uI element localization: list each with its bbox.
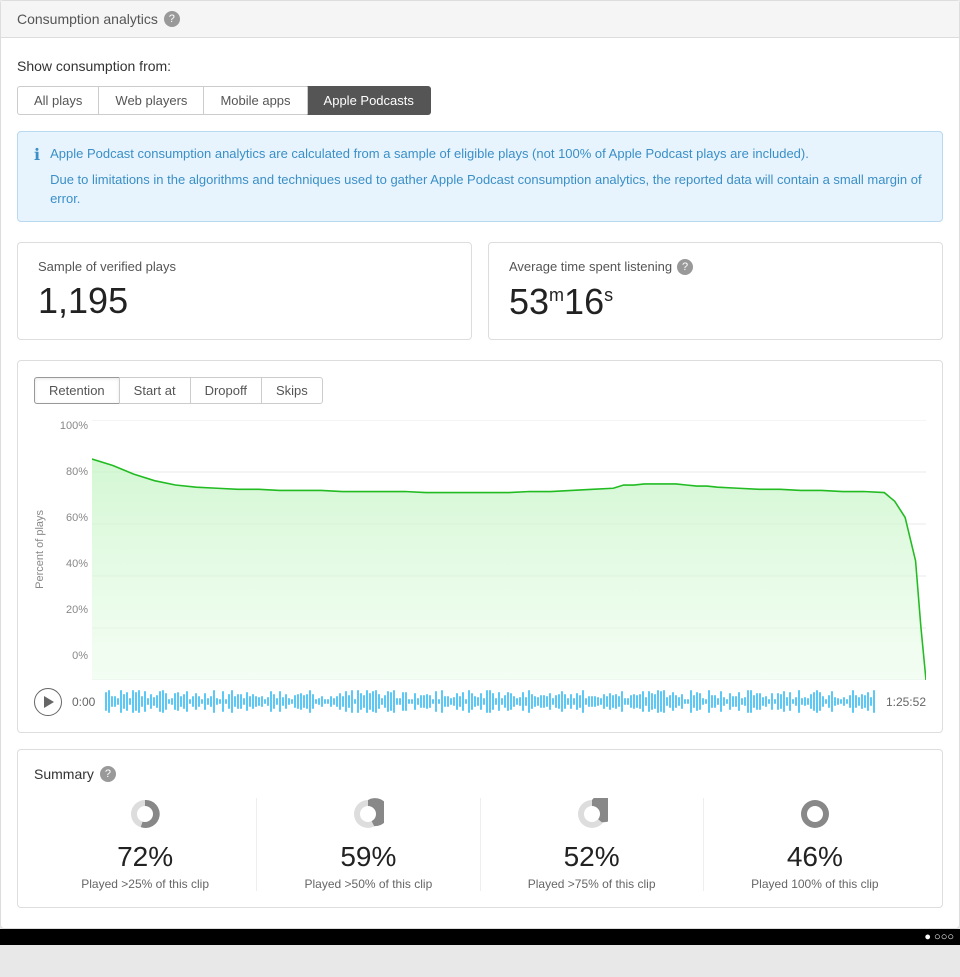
summary-item-50: 59% Played >50% of this clip bbox=[257, 798, 480, 891]
pie-50 bbox=[352, 798, 384, 833]
summary-desc-100: Played 100% of this clip bbox=[751, 877, 878, 891]
info-line1: Apple Podcast consumption analytics are … bbox=[50, 144, 926, 164]
summary-item-75: 52% Played >75% of this clip bbox=[481, 798, 704, 891]
summary-desc-75: Played >75% of this clip bbox=[528, 877, 656, 891]
avg-seconds: 16 bbox=[564, 281, 604, 322]
info-icon: ℹ bbox=[34, 145, 40, 209]
chart-tab-dropoff[interactable]: Dropoff bbox=[190, 377, 261, 404]
play-icon bbox=[44, 696, 54, 708]
chart-tab-skips[interactable]: Skips bbox=[261, 377, 323, 404]
stat-avg-time: Average time spent listening ? 53m16s bbox=[488, 242, 943, 340]
y-tick-40: 40% bbox=[66, 558, 88, 570]
summary-desc-50: Played >50% of this clip bbox=[305, 877, 433, 891]
chart-tab-retention[interactable]: Retention bbox=[34, 377, 119, 404]
pie-chart-100 bbox=[799, 798, 831, 830]
show-from-label: Show consumption from: bbox=[17, 58, 943, 74]
pie-25 bbox=[129, 798, 161, 833]
summary-items: 72% Played >25% of this clip 59% bbox=[34, 798, 926, 891]
bottom-bar: ● ○○○ bbox=[0, 929, 960, 945]
avg-minutes: 53 bbox=[509, 281, 549, 322]
tab-all-plays[interactable]: All plays bbox=[17, 86, 98, 115]
page-title: Consumption analytics bbox=[17, 11, 158, 27]
avg-time-help-icon[interactable]: ? bbox=[677, 259, 693, 275]
avg-time-label: Average time spent listening ? bbox=[509, 259, 922, 275]
summary-item-100: 46% Played 100% of this clip bbox=[704, 798, 926, 891]
summary-percent-100: 46% bbox=[787, 841, 843, 873]
verified-plays-label: Sample of verified plays bbox=[38, 259, 451, 274]
summary-header: Summary ? bbox=[34, 766, 926, 782]
info-line2: Due to limitations in the algorithms and… bbox=[50, 170, 926, 209]
pie-75 bbox=[576, 798, 608, 833]
consumption-tabs: All plays Web players Mobile apps Apple … bbox=[17, 86, 943, 115]
pie-100 bbox=[799, 798, 831, 833]
header-help-icon[interactable]: ? bbox=[164, 11, 180, 27]
time-end: 1:25:52 bbox=[886, 695, 926, 709]
pie-chart-25 bbox=[129, 798, 161, 830]
y-axis-label: Percent of plays bbox=[34, 510, 46, 589]
info-text: Apple Podcast consumption analytics are … bbox=[50, 144, 926, 209]
audio-player: 0:00 1:25:52 bbox=[34, 688, 926, 716]
waveform bbox=[105, 688, 876, 716]
verified-plays-value: 1,195 bbox=[38, 280, 451, 322]
tab-mobile-apps[interactable]: Mobile apps bbox=[203, 86, 306, 115]
tab-apple-podcasts[interactable]: Apple Podcasts bbox=[307, 86, 431, 115]
tab-web-players[interactable]: Web players bbox=[98, 86, 203, 115]
minutes-label: m bbox=[549, 285, 564, 305]
bottom-bar-text: ● ○○○ bbox=[924, 931, 954, 943]
chart-tabs: Retention Start at Dropoff Skips bbox=[34, 377, 926, 404]
page-wrapper: Consumption analytics ? Show consumption… bbox=[0, 0, 960, 977]
summary-percent-50: 59% bbox=[340, 841, 396, 873]
y-tick-80: 80% bbox=[66, 466, 88, 478]
time-start: 0:00 bbox=[72, 695, 95, 709]
chart-tab-start-at[interactable]: Start at bbox=[119, 377, 190, 404]
pie-chart-75 bbox=[576, 798, 608, 830]
chart-section: Retention Start at Dropoff Skips Percent… bbox=[17, 360, 943, 733]
summary-section: Summary ? 72% Playe bbox=[17, 749, 943, 908]
main-card: Consumption analytics ? Show consumption… bbox=[0, 0, 960, 929]
play-button[interactable] bbox=[34, 688, 62, 716]
summary-item-25: 72% Played >25% of this clip bbox=[34, 798, 257, 891]
card-header: Consumption analytics ? bbox=[1, 1, 959, 38]
summary-desc-25: Played >25% of this clip bbox=[81, 877, 209, 891]
stat-verified-plays: Sample of verified plays 1,195 bbox=[17, 242, 472, 340]
pie-chart-50 bbox=[352, 798, 384, 830]
seconds-label: s bbox=[604, 285, 613, 305]
y-tick-60: 60% bbox=[66, 512, 88, 524]
card-body: Show consumption from: All plays Web pla… bbox=[1, 38, 959, 928]
retention-chart-svg bbox=[92, 420, 926, 680]
y-tick-100: 100% bbox=[60, 420, 88, 432]
summary-help-icon[interactable]: ? bbox=[100, 766, 116, 782]
info-box: ℹ Apple Podcast consumption analytics ar… bbox=[17, 131, 943, 222]
stats-row: Sample of verified plays 1,195 Average t… bbox=[17, 242, 943, 340]
summary-percent-75: 52% bbox=[564, 841, 620, 873]
summary-percent-25: 72% bbox=[117, 841, 173, 873]
y-tick-20: 20% bbox=[66, 604, 88, 616]
avg-time-value: 53m16s bbox=[509, 281, 922, 323]
chart-plot bbox=[92, 420, 926, 680]
y-tick-0: 0% bbox=[72, 650, 88, 662]
summary-title: Summary bbox=[34, 766, 94, 782]
